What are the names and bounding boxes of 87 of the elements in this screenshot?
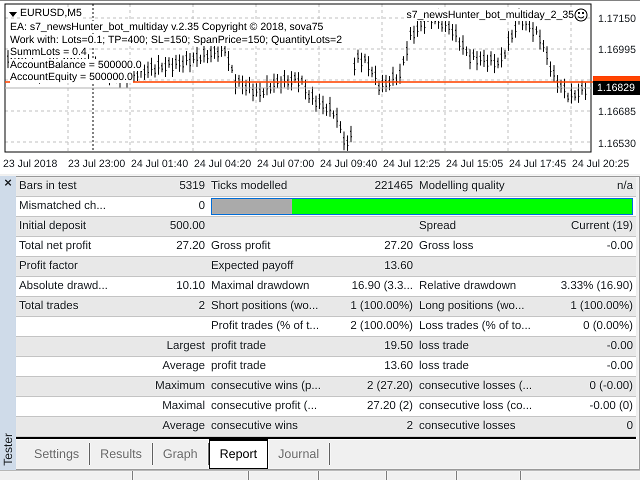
label-cell: consecutive wins (p... xyxy=(211,380,321,392)
panel-title: Tester xyxy=(0,433,16,466)
value-cell: 0 (0.00%) xyxy=(583,320,633,332)
value-cell: 221465 xyxy=(374,180,413,192)
label-cell: consecutive loss (co... xyxy=(419,400,532,412)
label-cell: Long positions (wo... xyxy=(419,300,524,312)
time-label: 24 Jul 15:05 xyxy=(446,157,504,172)
value-cell: 1 (100.00%) xyxy=(570,300,633,312)
value-cell: 13.60 xyxy=(384,260,413,272)
value-cell: Average xyxy=(162,360,205,372)
value-cell: 0 (-0.00) xyxy=(590,380,633,392)
time-label: 24 Jul 20:25 xyxy=(572,157,630,172)
value-cell: n/a xyxy=(617,180,633,192)
label-cell: Total net profit xyxy=(19,240,92,252)
value-cell: 2 xyxy=(406,420,413,432)
value-cell: 16.90 (3.3... xyxy=(352,280,413,292)
value-cell: 13.60 xyxy=(384,360,413,372)
price-label: 1.16685 xyxy=(598,105,636,120)
value-cell: 2 (27.20) xyxy=(366,380,413,392)
value-cell: 1 (100.00%) xyxy=(350,300,413,312)
label-cell: profit trade xyxy=(211,340,266,352)
time-label: 24 Jul 17:45 xyxy=(509,157,566,172)
current-price-label: 1.16829 xyxy=(593,81,640,95)
value-cell: -0.00 xyxy=(606,360,633,372)
value-cell: 2 (100.00%) xyxy=(350,320,413,332)
time-label: 24 Jul 07:00 xyxy=(257,157,314,172)
label-cell: consecutive losses xyxy=(419,420,516,432)
label-cell: Spread xyxy=(419,220,456,232)
tab[interactable]: Journal xyxy=(268,443,330,465)
tab[interactable]: Settings xyxy=(24,443,90,465)
close-button[interactable]: × xyxy=(4,176,12,190)
value-cell: 19.50 xyxy=(384,340,413,352)
time-label: 24 Jul 04:20 xyxy=(194,157,252,172)
price-label: 1.17150 xyxy=(598,12,636,27)
tab[interactable]: Results xyxy=(90,443,153,465)
label-cell: loss trade xyxy=(419,360,469,372)
dropdown-triangle-icon xyxy=(9,12,17,17)
expert-name: s7_newsHunter_bot_multiday_2_35 xyxy=(406,9,574,21)
label-cell: Ticks modelled xyxy=(211,180,288,192)
label-cell: Gross profit xyxy=(211,240,270,252)
value-cell: Maximum xyxy=(155,380,205,392)
value-cell: 3.33% (16.90) xyxy=(560,280,633,292)
label-cell: loss trade xyxy=(419,340,469,352)
smiley-icon xyxy=(574,8,588,22)
value-cell: Average xyxy=(162,420,205,432)
value-cell: Largest xyxy=(166,340,205,352)
time-label: 23 Jul 23:00 xyxy=(68,157,126,172)
value-cell: -0.00 (0) xyxy=(590,400,633,412)
value-cell: -0.00 xyxy=(606,340,633,352)
time-label: 24 Jul 01:40 xyxy=(131,157,188,172)
label-cell: Modelling quality xyxy=(419,180,505,192)
time-label: 23 Jul 2018 xyxy=(3,157,58,172)
label-cell: Short positions (wo... xyxy=(211,300,318,312)
value-cell: -0.00 xyxy=(606,240,633,252)
label-cell: consecutive profit (... xyxy=(211,400,318,412)
label-cell: Initial deposit xyxy=(19,220,86,232)
value-cell: 27.20 xyxy=(384,240,413,252)
price-label: 1.16530 xyxy=(598,137,636,152)
label-cell: Expected payoff xyxy=(211,260,294,272)
price-label: 1.16995 xyxy=(598,43,636,58)
value-cell: 0 xyxy=(198,200,205,212)
label-cell: Bars in test xyxy=(19,180,77,192)
value-cell: Current (19) xyxy=(571,220,633,232)
label-cell: Relative drawdown xyxy=(419,280,516,292)
time-label: 24 Jul 09:40 xyxy=(320,157,378,172)
label-cell: Profit factor xyxy=(19,260,78,272)
label-cell: Maximal drawdown xyxy=(211,280,310,292)
label-cell: Absolute drawd... xyxy=(19,280,108,292)
label-cell: Loss trades (% of to... xyxy=(419,320,531,332)
label-cell: profit trade xyxy=(211,360,266,372)
label-cell: consecutive losses (... xyxy=(419,380,532,392)
value-cell: 0 xyxy=(626,420,633,432)
value-cell: Maximal xyxy=(162,400,205,412)
label-cell: Profit trades (% of t... xyxy=(211,320,320,332)
value-cell: 27.20 (2) xyxy=(366,400,413,412)
value-cell: 10.10 xyxy=(176,280,205,292)
label-cell: Gross loss xyxy=(419,240,474,252)
label-cell: consecutive wins xyxy=(211,420,298,432)
label-cell: Mismatched ch... xyxy=(19,200,106,212)
value-cell: 2 xyxy=(198,300,205,312)
label-cell: Total trades xyxy=(19,300,78,312)
tab[interactable]: Report xyxy=(208,439,268,469)
time-label: 24 Jul 12:25 xyxy=(383,157,440,172)
chart-symbol: EURUSD,M5 xyxy=(20,7,82,19)
value-cell: 5319 xyxy=(179,180,205,192)
value-cell: 500.00 xyxy=(170,220,205,232)
value-cell: 27.20 xyxy=(176,240,205,252)
